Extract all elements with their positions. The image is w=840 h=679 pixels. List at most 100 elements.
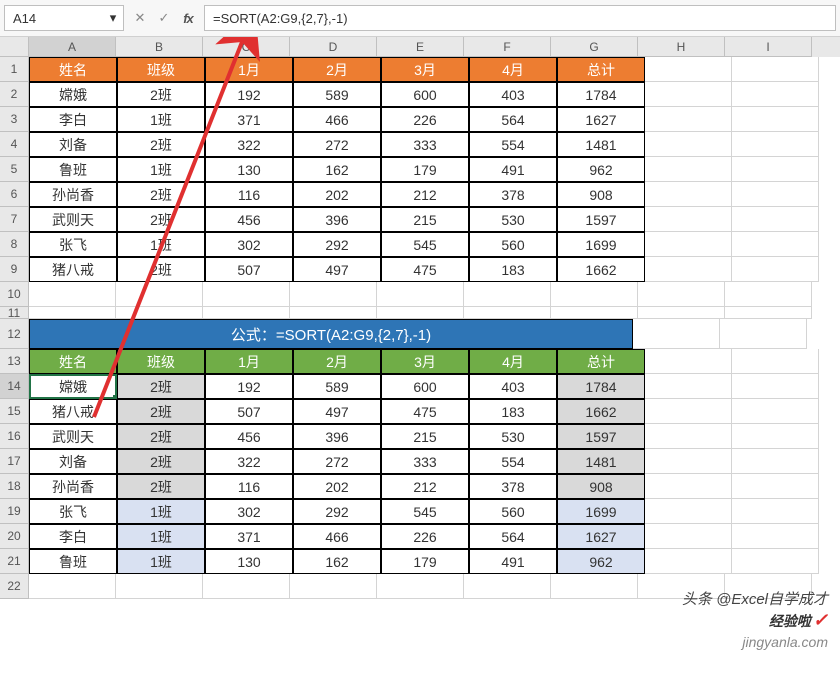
empty-cell[interactable] [551, 574, 638, 599]
fx-icon[interactable]: fx [178, 8, 198, 28]
table-cell[interactable]: 刘备 [29, 132, 117, 157]
table-cell[interactable]: 1597 [557, 207, 645, 232]
empty-cell[interactable] [551, 282, 638, 307]
result-cell[interactable]: 刘备 [29, 449, 117, 474]
col-header-F[interactable]: F [464, 37, 551, 57]
result-cell[interactable]: 456 [205, 424, 293, 449]
result-cell[interactable]: 116 [205, 474, 293, 499]
result-cell[interactable]: 孙尚香 [29, 474, 117, 499]
col-header-A[interactable]: A [29, 37, 116, 57]
table-cell[interactable]: 908 [557, 182, 645, 207]
result-cell[interactable]: 202 [293, 474, 381, 499]
row-header-12[interactable]: 12 [0, 319, 29, 349]
result-cell[interactable]: 371 [205, 524, 293, 549]
row-header-20[interactable]: 20 [0, 524, 29, 549]
empty-cell[interactable] [725, 307, 812, 319]
result-cell[interactable]: 600 [381, 374, 469, 399]
empty-cell[interactable] [732, 232, 819, 257]
col-header-H[interactable]: H [638, 37, 725, 57]
result-cell[interactable]: 1627 [557, 524, 645, 549]
result-cell[interactable]: 183 [469, 399, 557, 424]
empty-cell[interactable] [377, 282, 464, 307]
table-cell[interactable]: 333 [381, 132, 469, 157]
table-cell[interactable]: 564 [469, 107, 557, 132]
table-header[interactable]: 班级 [117, 57, 205, 82]
empty-cell[interactable] [645, 474, 732, 499]
result-cell[interactable]: 猪八戒 [29, 399, 117, 424]
result-cell[interactable]: 333 [381, 449, 469, 474]
col-header-C[interactable]: C [203, 37, 290, 57]
empty-cell[interactable] [377, 574, 464, 599]
empty-cell[interactable] [732, 82, 819, 107]
table-cell[interactable]: 嫦娥 [29, 82, 117, 107]
result-cell[interactable]: 1班 [117, 524, 205, 549]
empty-cell[interactable] [638, 307, 725, 319]
result-header[interactable]: 总计 [557, 349, 645, 374]
table-cell[interactable]: 1481 [557, 132, 645, 157]
empty-cell[interactable] [645, 499, 732, 524]
table-cell[interactable]: 378 [469, 182, 557, 207]
empty-cell[interactable] [732, 399, 819, 424]
table-cell[interactable]: 215 [381, 207, 469, 232]
result-header[interactable]: 班级 [117, 349, 205, 374]
empty-cell[interactable] [633, 319, 720, 349]
empty-cell[interactable] [732, 182, 819, 207]
table-cell[interactable]: 1699 [557, 232, 645, 257]
empty-cell[interactable] [464, 574, 551, 599]
empty-cell[interactable] [732, 57, 819, 82]
empty-cell[interactable] [732, 499, 819, 524]
table-cell[interactable]: 1班 [117, 107, 205, 132]
table-cell[interactable]: 鲁班 [29, 157, 117, 182]
row-header-4[interactable]: 4 [0, 132, 29, 157]
table-cell[interactable]: 179 [381, 157, 469, 182]
empty-cell[interactable] [203, 307, 290, 319]
table-cell[interactable]: 530 [469, 207, 557, 232]
empty-cell[interactable] [464, 282, 551, 307]
result-cell[interactable]: 403 [469, 374, 557, 399]
result-cell[interactable]: 497 [293, 399, 381, 424]
empty-cell[interactable] [290, 282, 377, 307]
table-cell[interactable]: 589 [293, 82, 381, 107]
empty-cell[interactable] [116, 574, 203, 599]
empty-cell[interactable] [290, 307, 377, 319]
result-cell[interactable]: 226 [381, 524, 469, 549]
row-header-13[interactable]: 13 [0, 349, 29, 374]
row-header-5[interactable]: 5 [0, 157, 29, 182]
result-cell[interactable]: 212 [381, 474, 469, 499]
row-header-6[interactable]: 6 [0, 182, 29, 207]
empty-cell[interactable] [645, 524, 732, 549]
cancel-icon[interactable]: ✕ [130, 8, 150, 28]
row-header-14[interactable]: 14 [0, 374, 29, 399]
row-header-7[interactable]: 7 [0, 207, 29, 232]
empty-cell[interactable] [29, 574, 116, 599]
table-cell[interactable]: 2班 [117, 132, 205, 157]
table-cell[interactable]: 武则天 [29, 207, 117, 232]
empty-cell[interactable] [645, 157, 732, 182]
table-header[interactable]: 3月 [381, 57, 469, 82]
empty-cell[interactable] [732, 257, 819, 282]
select-all-corner[interactable] [0, 37, 29, 57]
empty-cell[interactable] [645, 257, 732, 282]
result-cell[interactable]: 嫦娥 [29, 374, 117, 399]
result-cell[interactable]: 378 [469, 474, 557, 499]
result-header[interactable]: 3月 [381, 349, 469, 374]
col-header-I[interactable]: I [725, 37, 812, 57]
result-cell[interactable]: 武则天 [29, 424, 117, 449]
empty-cell[interactable] [732, 374, 819, 399]
row-header-21[interactable]: 21 [0, 549, 29, 574]
result-cell[interactable]: 554 [469, 449, 557, 474]
table-cell[interactable]: 130 [205, 157, 293, 182]
table-cell[interactable]: 371 [205, 107, 293, 132]
table-cell[interactable]: 192 [205, 82, 293, 107]
result-cell[interactable]: 507 [205, 399, 293, 424]
table-cell[interactable]: 1627 [557, 107, 645, 132]
empty-cell[interactable] [116, 282, 203, 307]
result-cell[interactable]: 李白 [29, 524, 117, 549]
empty-cell[interactable] [732, 132, 819, 157]
result-cell[interactable]: 272 [293, 449, 381, 474]
confirm-icon[interactable]: ✓ [154, 8, 174, 28]
table-header[interactable]: 总计 [557, 57, 645, 82]
table-header[interactable]: 姓名 [29, 57, 117, 82]
result-cell[interactable]: 475 [381, 399, 469, 424]
result-cell[interactable]: 162 [293, 549, 381, 574]
